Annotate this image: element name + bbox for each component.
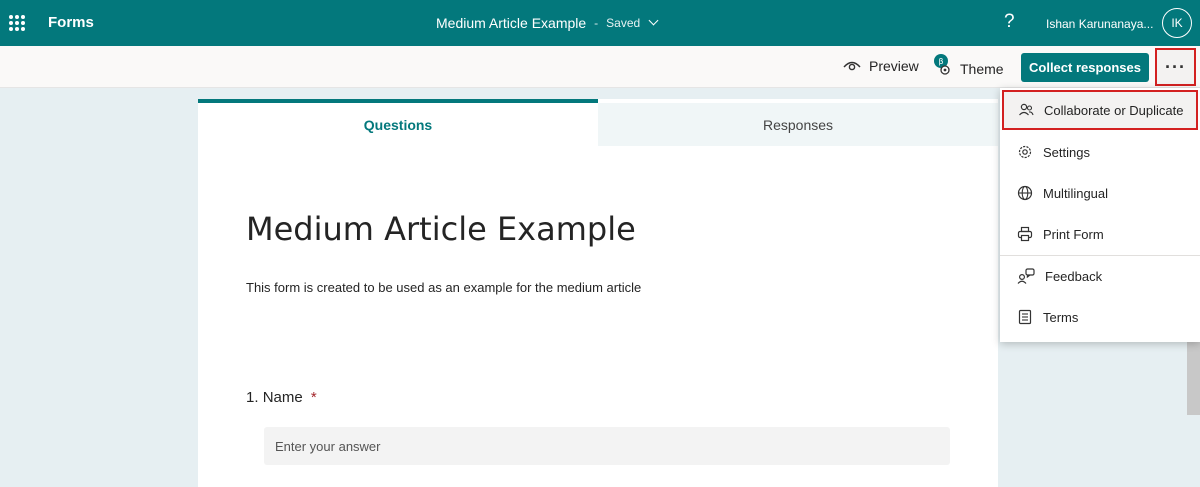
scrollbar[interactable] (1187, 340, 1200, 415)
form-canvas: Questions Responses Medium Article Examp… (198, 99, 998, 487)
eye-icon (843, 61, 861, 71)
document-title: Medium Article Example (436, 15, 587, 31)
svg-text:β: β (938, 57, 943, 66)
document-icon (1018, 309, 1032, 325)
avatar[interactable]: IK (1162, 8, 1192, 38)
help-icon[interactable]: ? (1004, 11, 1015, 33)
menu-item-label: Print Form (1043, 226, 1104, 242)
question-number: 1. (246, 389, 259, 406)
form-title[interactable]: Medium Article Example (246, 210, 636, 248)
more-options-menu: Collaborate or Duplicate Settings Multil… (1000, 88, 1200, 342)
menu-item-label: Terms (1043, 309, 1079, 325)
answer-field[interactable] (264, 427, 950, 465)
menu-item-collaborate[interactable]: Collaborate or Duplicate (1002, 90, 1198, 130)
app-header: Forms Medium Article Example - Saved ? I… (0, 0, 1200, 46)
menu-item-print-form[interactable]: Print Form (1000, 214, 1200, 254)
save-status: Saved (606, 16, 641, 30)
theme-label: Theme (960, 61, 1004, 77)
printer-icon (1017, 226, 1033, 242)
palette-icon: β (934, 54, 950, 75)
name-answer-input[interactable] (264, 427, 950, 465)
menu-item-multilingual[interactable]: Multilingual (1000, 173, 1200, 213)
collect-responses-button[interactable]: Collect responses (1021, 53, 1149, 82)
menu-item-feedback[interactable]: Feedback (1000, 256, 1200, 296)
question-text: Name (262, 389, 303, 406)
user-name[interactable]: Ishan Karunanaya... (1046, 17, 1153, 31)
people-icon (1019, 103, 1034, 116)
gear-icon (1018, 145, 1032, 159)
feedback-icon (1017, 268, 1035, 284)
title-separator: - (594, 16, 599, 30)
theme-button[interactable]: β Theme (932, 53, 1004, 79)
preview-label: Preview (869, 58, 919, 74)
menu-item-label: Settings (1043, 144, 1090, 160)
tab-responses[interactable]: Responses (598, 103, 998, 146)
form-description[interactable]: This form is created to be used as an ex… (246, 280, 641, 295)
menu-item-label: Multilingual (1043, 185, 1109, 201)
menu-item-terms[interactable]: Terms (1000, 297, 1200, 337)
more-options-button[interactable]: ··· (1155, 48, 1196, 86)
menu-item-label: Collaborate or Duplicate (1044, 102, 1184, 118)
question-label: 1. Name * (246, 389, 317, 406)
menu-item-label: Feedback (1045, 268, 1103, 284)
command-bar: Preview β Theme Collect responses ··· (0, 46, 1200, 88)
required-marker: * (310, 389, 317, 406)
globe-icon (1017, 185, 1033, 201)
document-title-area[interactable]: Medium Article Example - Saved (436, 15, 659, 31)
tab-questions[interactable]: Questions (198, 99, 598, 146)
app-launcher-icon[interactable] (9, 15, 25, 31)
app-name[interactable]: Forms (48, 14, 94, 31)
menu-item-settings[interactable]: Settings (1000, 132, 1200, 172)
chevron-down-icon[interactable] (648, 15, 659, 26)
preview-button[interactable]: Preview (843, 58, 919, 74)
